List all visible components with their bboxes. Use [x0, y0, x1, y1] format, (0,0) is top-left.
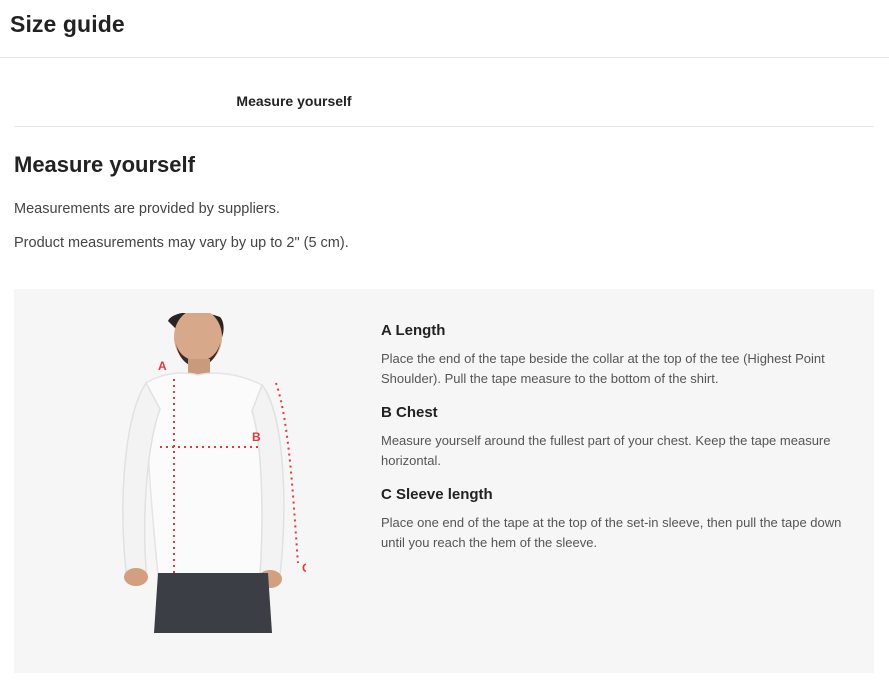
info-text-variance: Product measurements may vary by up to 2…	[14, 235, 349, 251]
measurement-sleeve: C Sleeve length Place one end of the tap…	[381, 485, 846, 553]
jeans-shape	[154, 573, 272, 633]
measurement-chest: B Chest Measure yourself around the full…	[381, 403, 846, 471]
tab-bar: Measure yourself	[14, 78, 874, 127]
shirt-model-illustration: A B C	[122, 313, 306, 633]
section-title: Measure yourself	[14, 152, 195, 177]
modal-title: Size guide	[10, 11, 125, 37]
label-c: C	[302, 561, 306, 575]
measurement-sleeve-title: C Sleeve length	[381, 486, 493, 503]
modal-header: Size guide	[0, 0, 889, 58]
measurement-panel: A B C A Length Place the end of the tape…	[14, 289, 874, 673]
tab-measure-yourself[interactable]: Measure yourself	[14, 93, 574, 109]
measurement-length: A Length Place the end of the tape besid…	[381, 321, 846, 389]
measurement-list: A Length Place the end of the tape besid…	[381, 321, 846, 567]
label-b: B	[252, 430, 261, 444]
measurement-chest-text: Measure yourself around the fullest part…	[381, 433, 831, 468]
measurement-length-text: Place the end of the tape beside the col…	[381, 351, 825, 386]
measurement-length-title: A Length	[381, 322, 446, 339]
label-a: A	[158, 359, 167, 373]
left-hand-shape	[124, 568, 148, 586]
info-text-suppliers: Measurements are provided by suppliers.	[14, 201, 280, 217]
measurement-figure: A B C	[102, 313, 306, 633]
shirt-body-shape	[145, 372, 271, 576]
measurement-chest-title: B Chest	[381, 404, 438, 421]
measurement-sleeve-text: Place one end of the tape at the top of …	[381, 515, 842, 550]
